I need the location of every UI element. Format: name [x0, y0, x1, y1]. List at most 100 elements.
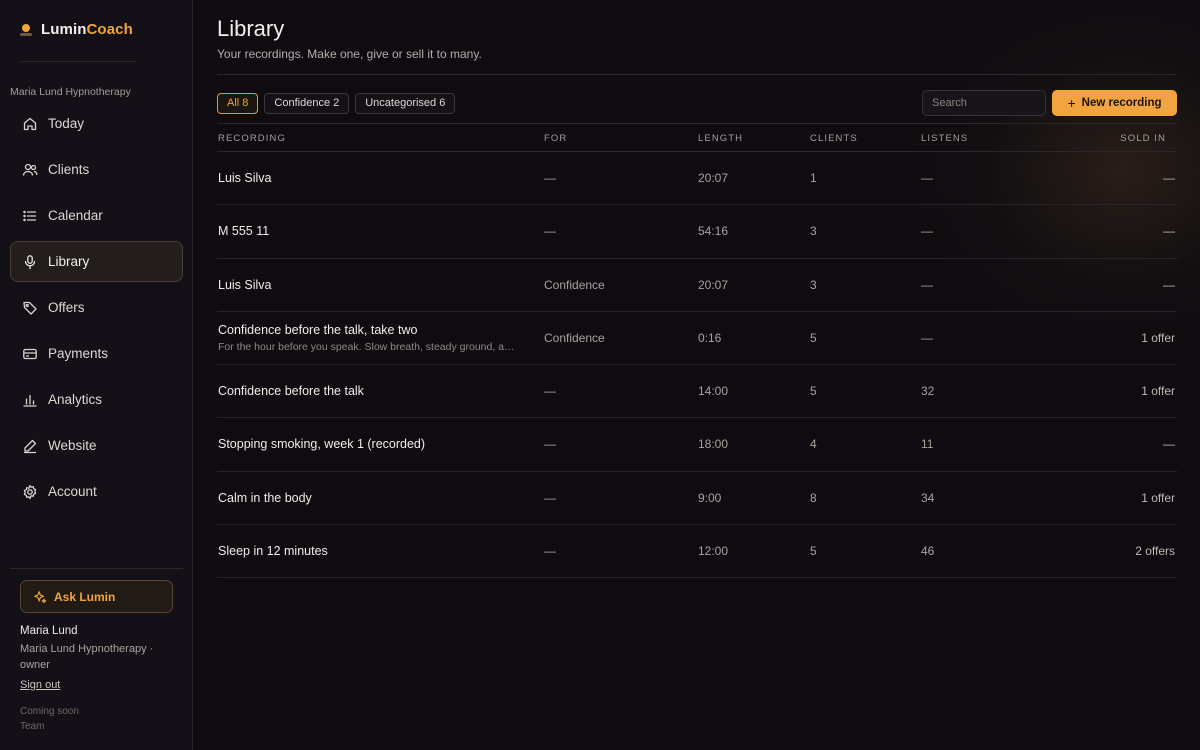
table-row[interactable]: Luis Silva — 20:07 1 — — — [217, 152, 1177, 206]
column-header-sold-in[interactable]: SOLD IN — [1120, 133, 1166, 144]
table-row[interactable]: M 555 11 — 54:16 3 — — — [217, 205, 1177, 259]
sidebar-item-label: Analytics — [48, 392, 103, 407]
recording-for: Confidence — [544, 277, 605, 292]
recording-clients: 3 — [810, 277, 817, 292]
sidebar-item-offers[interactable]: Offers — [10, 287, 183, 328]
recording-length: 54:16 — [698, 224, 729, 239]
recording-sold-in: — — [1163, 277, 1175, 292]
recording-length: 12:00 — [698, 544, 729, 559]
recording-sold-in: 1 offer — [1141, 384, 1175, 399]
recording-title: Stopping smoking, week 1 (recorded) — [218, 437, 426, 452]
recording-title: Luis Silva — [218, 277, 272, 292]
recording-length: 0:16 — [698, 330, 722, 345]
ask-lumin-button[interactable]: Ask Lumin — [20, 580, 173, 613]
column-header-recording[interactable]: RECORDING — [218, 133, 286, 144]
table-row[interactable]: Confidence before the talk, take two For … — [217, 312, 1177, 366]
recording-listens: — — [921, 330, 933, 345]
brand-logo[interactable]: LuminCoach — [20, 21, 133, 38]
recording-for: — — [544, 171, 556, 185]
sidebar-item-label: Offers — [48, 300, 85, 315]
sidebar-item-label: Calendar — [48, 208, 103, 223]
recording-length: 9:00 — [698, 490, 722, 505]
table-row[interactable]: Stopping smoking, week 1 (recorded) — 18:0… — [217, 418, 1177, 472]
sidebar-item-account[interactable]: Account — [10, 471, 183, 512]
sidebar-item-website[interactable]: Website — [10, 425, 183, 466]
coming-soon-item-team: Team — [20, 721, 45, 732]
column-header-for[interactable]: FOR — [544, 133, 567, 144]
recording-title: Sleep in 12 minutes — [218, 544, 328, 559]
column-header-length[interactable]: LENGTH — [698, 133, 743, 144]
filter-chip-all[interactable]: All 8 — [217, 93, 259, 114]
sidebar-item-label: Clients — [48, 162, 90, 177]
card-icon — [23, 348, 37, 359]
pen-icon — [24, 439, 37, 453]
sidebar-item-label: Website — [48, 438, 97, 453]
table-row[interactable]: Sleep in 12 minutes — 12:00 5 46 2 offers — [217, 525, 1177, 579]
sidebar-item-label: Account — [48, 484, 97, 499]
recording-length: 14:00 — [698, 384, 729, 399]
table-row[interactable]: Confidence before the talk — 14:00 5 32 1 off… — [217, 365, 1177, 419]
recording-sold-in: — — [1163, 437, 1175, 452]
recording-title: Luis Silva — [218, 171, 272, 185]
brand-name-part1: Lumin — [41, 21, 87, 38]
recording-clients: 5 — [810, 384, 817, 399]
recording-for: — — [544, 224, 556, 239]
plus-icon: + — [1067, 95, 1076, 111]
recording-for: — — [544, 490, 556, 505]
recordings-table: RECORDING FOR LENGTH CLIENTS LISTENS SOL… — [217, 123, 1177, 579]
sidebar-item-analytics[interactable]: Analytics — [10, 379, 183, 420]
home-icon — [23, 117, 37, 130]
sidebar-item-payments[interactable]: Payments — [10, 333, 183, 374]
recording-length: 20:07 — [698, 171, 729, 185]
new-recording-button[interactable]: + New recording — [1052, 90, 1177, 116]
recording-title: M 555 11 — [218, 224, 270, 239]
recording-listens: 32 — [921, 384, 935, 399]
sparkle-icon — [34, 590, 47, 603]
filter-chips: All 8 Confidence 2 Uncategorised 6 — [217, 93, 456, 114]
user-name: Maria Lund — [20, 625, 78, 637]
bar-chart-icon — [23, 394, 37, 407]
list-icon — [23, 210, 37, 221]
search-input[interactable] — [922, 90, 1046, 116]
user-role: Maria Lund Hypnotherapy · owner — [20, 643, 154, 671]
divider — [20, 61, 136, 62]
recording-length: 18:00 — [698, 437, 729, 452]
recording-listens: — — [921, 224, 933, 239]
recording-sold-in: — — [1163, 224, 1175, 239]
sign-out-link[interactable]: Sign out — [20, 679, 60, 691]
recording-sold-in: — — [1163, 171, 1175, 185]
recording-title: Confidence before the talk — [218, 384, 364, 399]
table-row[interactable]: Luis Silva Confidence 20:07 3 — — — [217, 259, 1177, 312]
brand-mark-icon — [20, 23, 32, 36]
recording-listens: — — [921, 171, 933, 185]
coming-soon-label: Coming soon — [20, 706, 79, 717]
table-body: Luis Silva —20:07 1— — M 555 11—54:16 3— — Luis… — [217, 152, 1177, 579]
gear-icon — [23, 484, 37, 499]
filter-chip-confidence[interactable]: Confidence 2 — [264, 93, 350, 114]
divider — [10, 568, 183, 569]
recording-for: — — [544, 544, 556, 559]
org-label: Maria Lund Hypnotherapy — [10, 86, 131, 98]
sidebar-item-library[interactable]: Library — [10, 241, 183, 282]
recording-for: — — [544, 384, 556, 399]
page-title: Library — [217, 16, 285, 41]
recording-length: 20:07 — [698, 277, 729, 292]
recording-listens: — — [921, 277, 933, 292]
column-header-listens[interactable]: LISTENS — [921, 133, 968, 144]
recording-sold-in: 1 offer — [1141, 330, 1175, 345]
divider — [217, 74, 1176, 75]
sidebar-item-calendar[interactable]: Calendar — [10, 195, 183, 236]
sidebar-item-clients[interactable]: Clients — [10, 149, 183, 190]
recording-title: Confidence before the talk, take two — [218, 322, 418, 337]
recording-listens: 46 — [921, 544, 935, 559]
sidebar-item-today[interactable]: Today — [10, 103, 183, 144]
sidebar: LuminCoach Maria Lund Hypnotherapy Today… — [0, 0, 193, 750]
table-row[interactable]: Calm in the body — 9:00 8 34 1 offer — [217, 472, 1177, 526]
table-header: RECORDING FOR LENGTH CLIENTS LISTENS SOL… — [217, 123, 1177, 152]
sidebar-item-label: Library — [48, 254, 90, 269]
column-header-clients[interactable]: CLIENTS — [810, 133, 858, 144]
sidebar-nav: Today Clients Calendar Library Offers Pa… — [10, 103, 183, 517]
recording-title: Calm in the body — [218, 490, 312, 505]
filter-chip-uncategorised[interactable]: Uncategorised 6 — [355, 93, 456, 114]
new-recording-label: New recording — [1081, 97, 1162, 109]
